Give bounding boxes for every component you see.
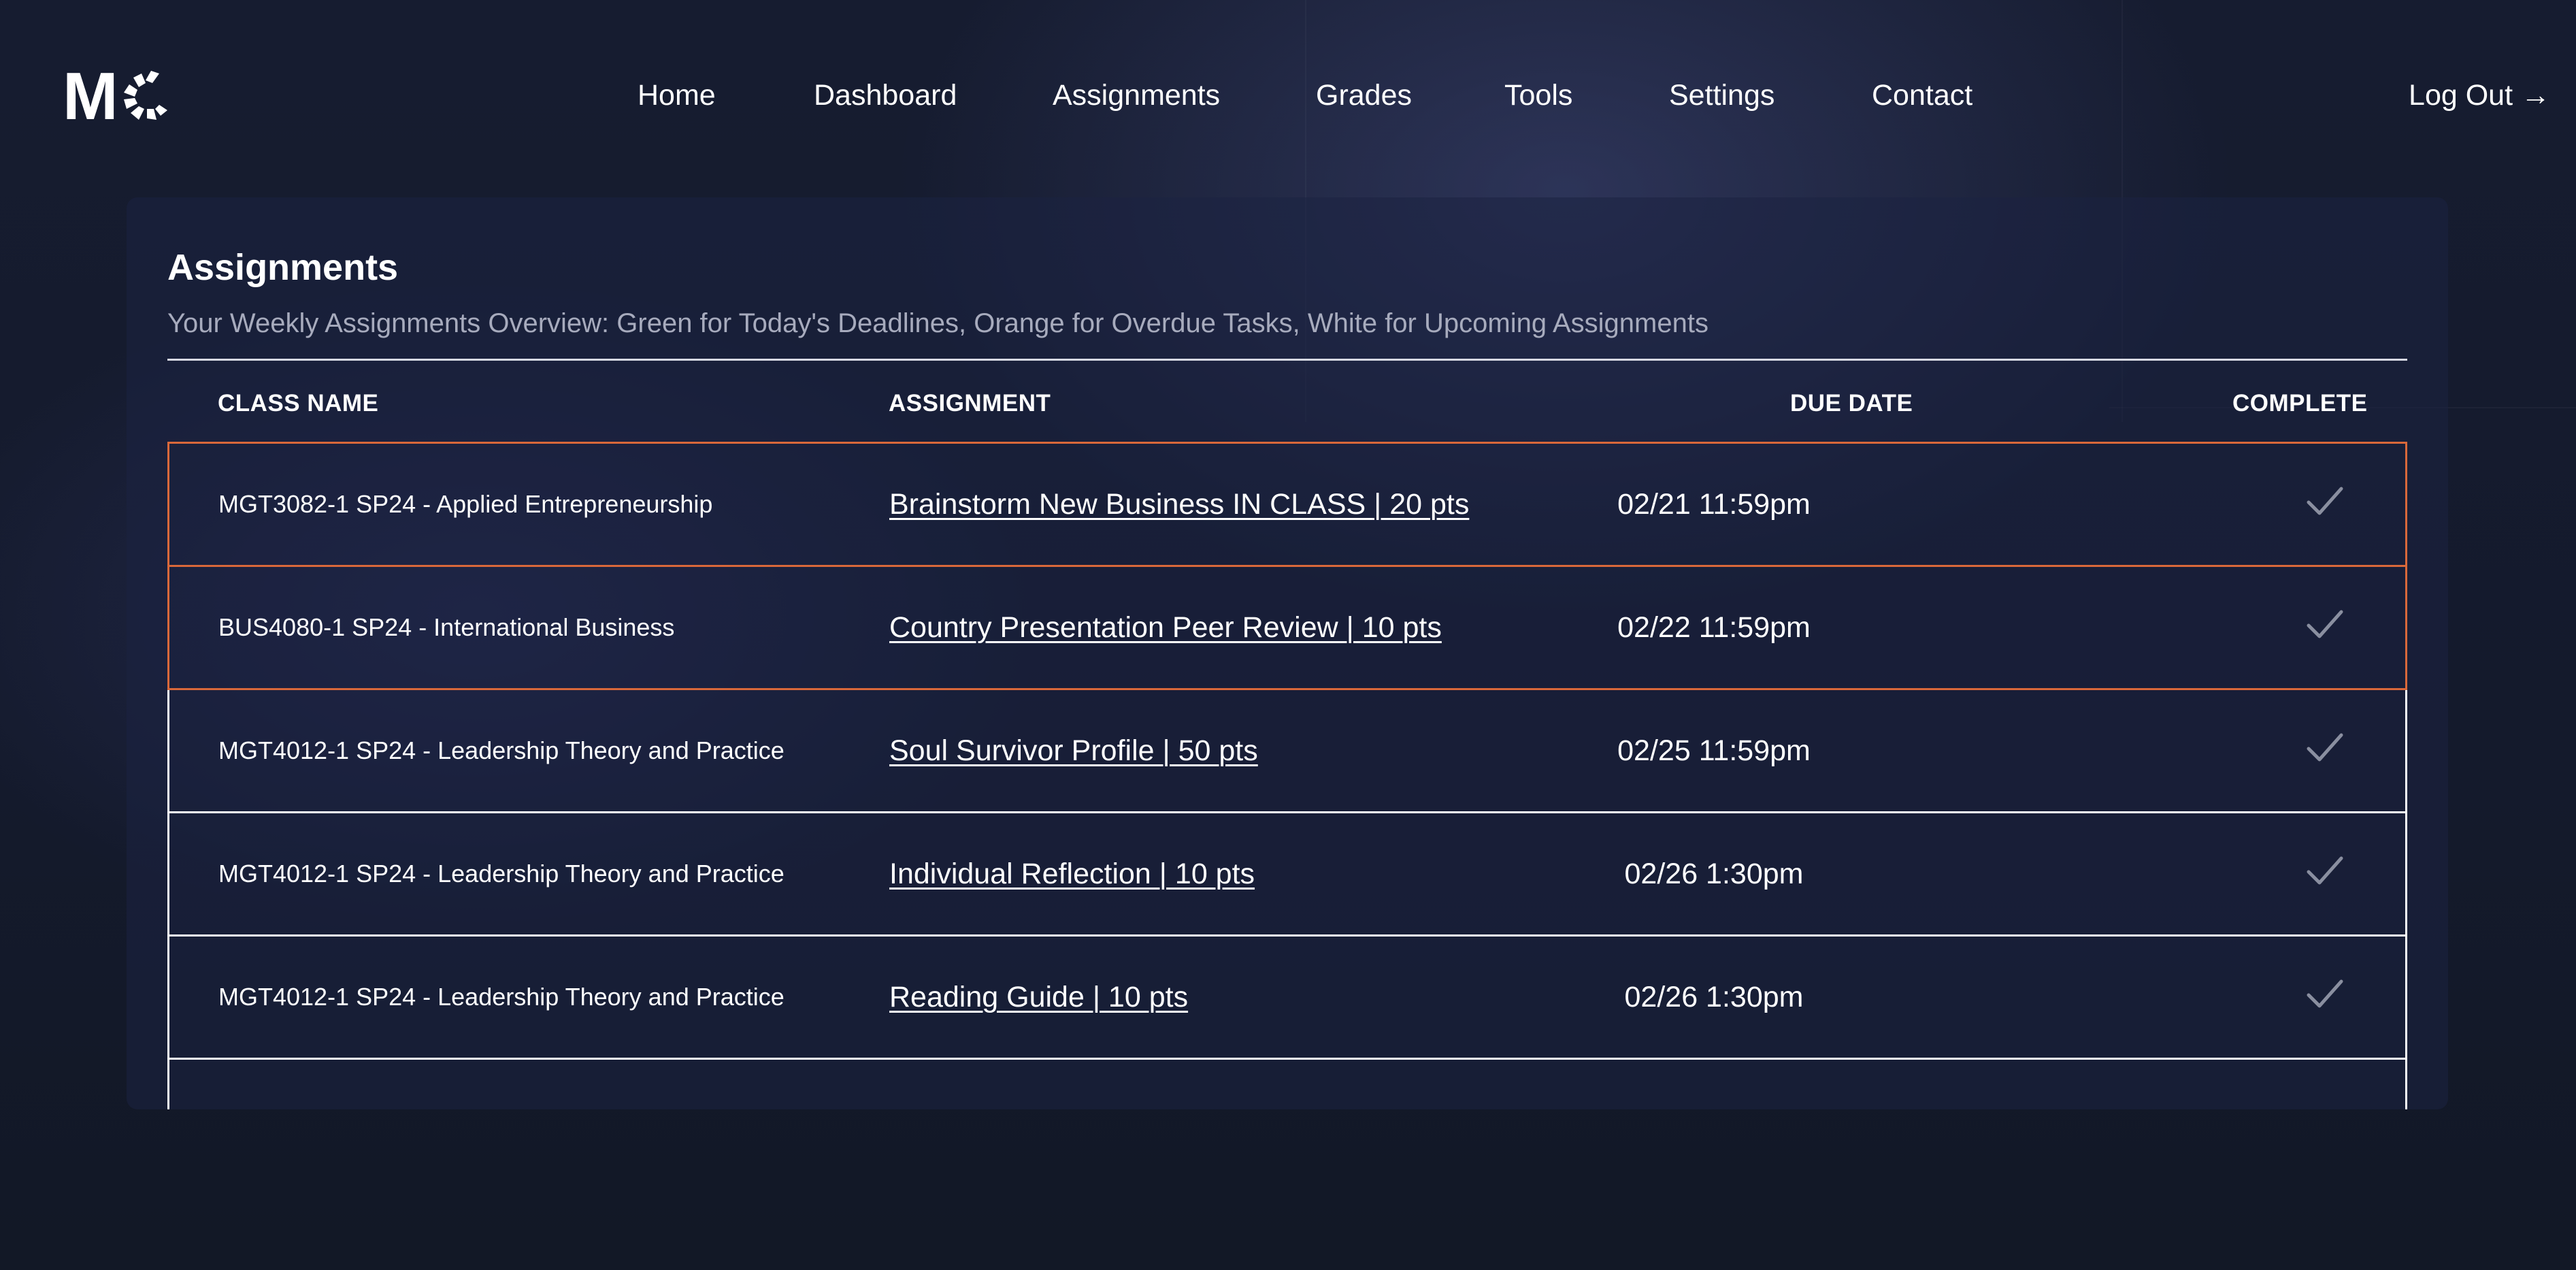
due-date-cell: 02/26 1:30pm bbox=[1624, 858, 1804, 890]
check-icon[interactable] bbox=[2306, 854, 2344, 887]
due-date-cell: 02/22 11:59pm bbox=[1617, 611, 1811, 644]
check-icon[interactable] bbox=[2306, 608, 2344, 640]
assignments-panel: Assignments Your Weekly Assignments Over… bbox=[127, 197, 2448, 1109]
check-icon[interactable] bbox=[2306, 977, 2344, 1010]
column-header-complete: COMPLETE bbox=[2232, 390, 2368, 417]
top-navigation-bar: M Home Dashboard Assignments Grades Tool… bbox=[0, 0, 2576, 191]
class-name-cell: MGT4012-1 SP24 - Leadership Theory and P… bbox=[218, 736, 785, 764]
nav-home[interactable]: Home bbox=[638, 75, 716, 116]
check-icon[interactable] bbox=[2306, 485, 2344, 517]
column-header-due-date: DUE DATE bbox=[1790, 390, 1913, 417]
class-name-cell: MGT3082-1 SP24 - Applied Entrepreneurshi… bbox=[218, 490, 713, 518]
due-date-cell: 02/25 11:59pm bbox=[1617, 734, 1811, 767]
class-name-cell: BUS4080-1 SP24 - International Business bbox=[218, 613, 675, 641]
assignments-table-body: MGT3082-1 SP24 - Applied Entrepreneurshi… bbox=[167, 442, 2407, 1109]
page-title: Assignments bbox=[167, 247, 399, 288]
check-icon[interactable] bbox=[2306, 731, 2344, 764]
assignment-link[interactable]: Country Presentation Peer Review | 10 pt… bbox=[889, 567, 1442, 688]
table-row: BUS4080-1 SP24 - International Business … bbox=[167, 565, 2407, 690]
table-row: MGT4012-1 SP24 - Leadership Theory and P… bbox=[167, 934, 2407, 1060]
assignment-link[interactable]: Individual Reflection | 10 pts bbox=[889, 813, 1255, 934]
nav-tools[interactable]: Tools bbox=[1504, 75, 1572, 116]
due-date-cell: 02/21 11:59pm bbox=[1617, 488, 1811, 521]
nav-settings[interactable]: Settings bbox=[1669, 75, 1774, 116]
class-name-cell: MGT4012-1 SP24 - Leadership Theory and P… bbox=[218, 860, 785, 888]
nav-grades[interactable]: Grades bbox=[1316, 75, 1412, 116]
main-nav: Home Dashboard Assignments Grades Tools … bbox=[0, 75, 2576, 116]
column-header-class-name: CLASS NAME bbox=[218, 390, 379, 417]
assignment-link[interactable]: Reading Guide | 10 pts bbox=[889, 937, 1188, 1058]
header-divider bbox=[167, 359, 2407, 361]
page-subtitle: Your Weekly Assignments Overview: Green … bbox=[167, 308, 1708, 338]
nav-contact[interactable]: Contact bbox=[1872, 75, 1972, 116]
table-row: MGT3082-1 SP24 - Applied Entrepreneurshi… bbox=[167, 442, 2407, 567]
nav-assignments[interactable]: Assignments bbox=[1053, 75, 1220, 116]
logout-button[interactable]: Log Out → bbox=[2409, 75, 2550, 116]
assignment-link[interactable]: Soul Survivor Profile | 50 pts bbox=[889, 690, 1258, 811]
class-name-cell: MGT4012-1 SP24 - Leadership Theory and P… bbox=[218, 983, 785, 1011]
column-header-assignment: ASSIGNMENT bbox=[889, 390, 1051, 417]
due-date-cell: 02/26 1:30pm bbox=[1624, 981, 1804, 1013]
table-row-partial bbox=[167, 1058, 2407, 1109]
nav-dashboard[interactable]: Dashboard bbox=[814, 75, 957, 116]
table-row: MGT4012-1 SP24 - Leadership Theory and P… bbox=[167, 688, 2407, 813]
assignment-link[interactable]: Brainstorm New Business IN CLASS | 20 pt… bbox=[889, 444, 1469, 565]
table-row: MGT4012-1 SP24 - Leadership Theory and P… bbox=[167, 811, 2407, 937]
